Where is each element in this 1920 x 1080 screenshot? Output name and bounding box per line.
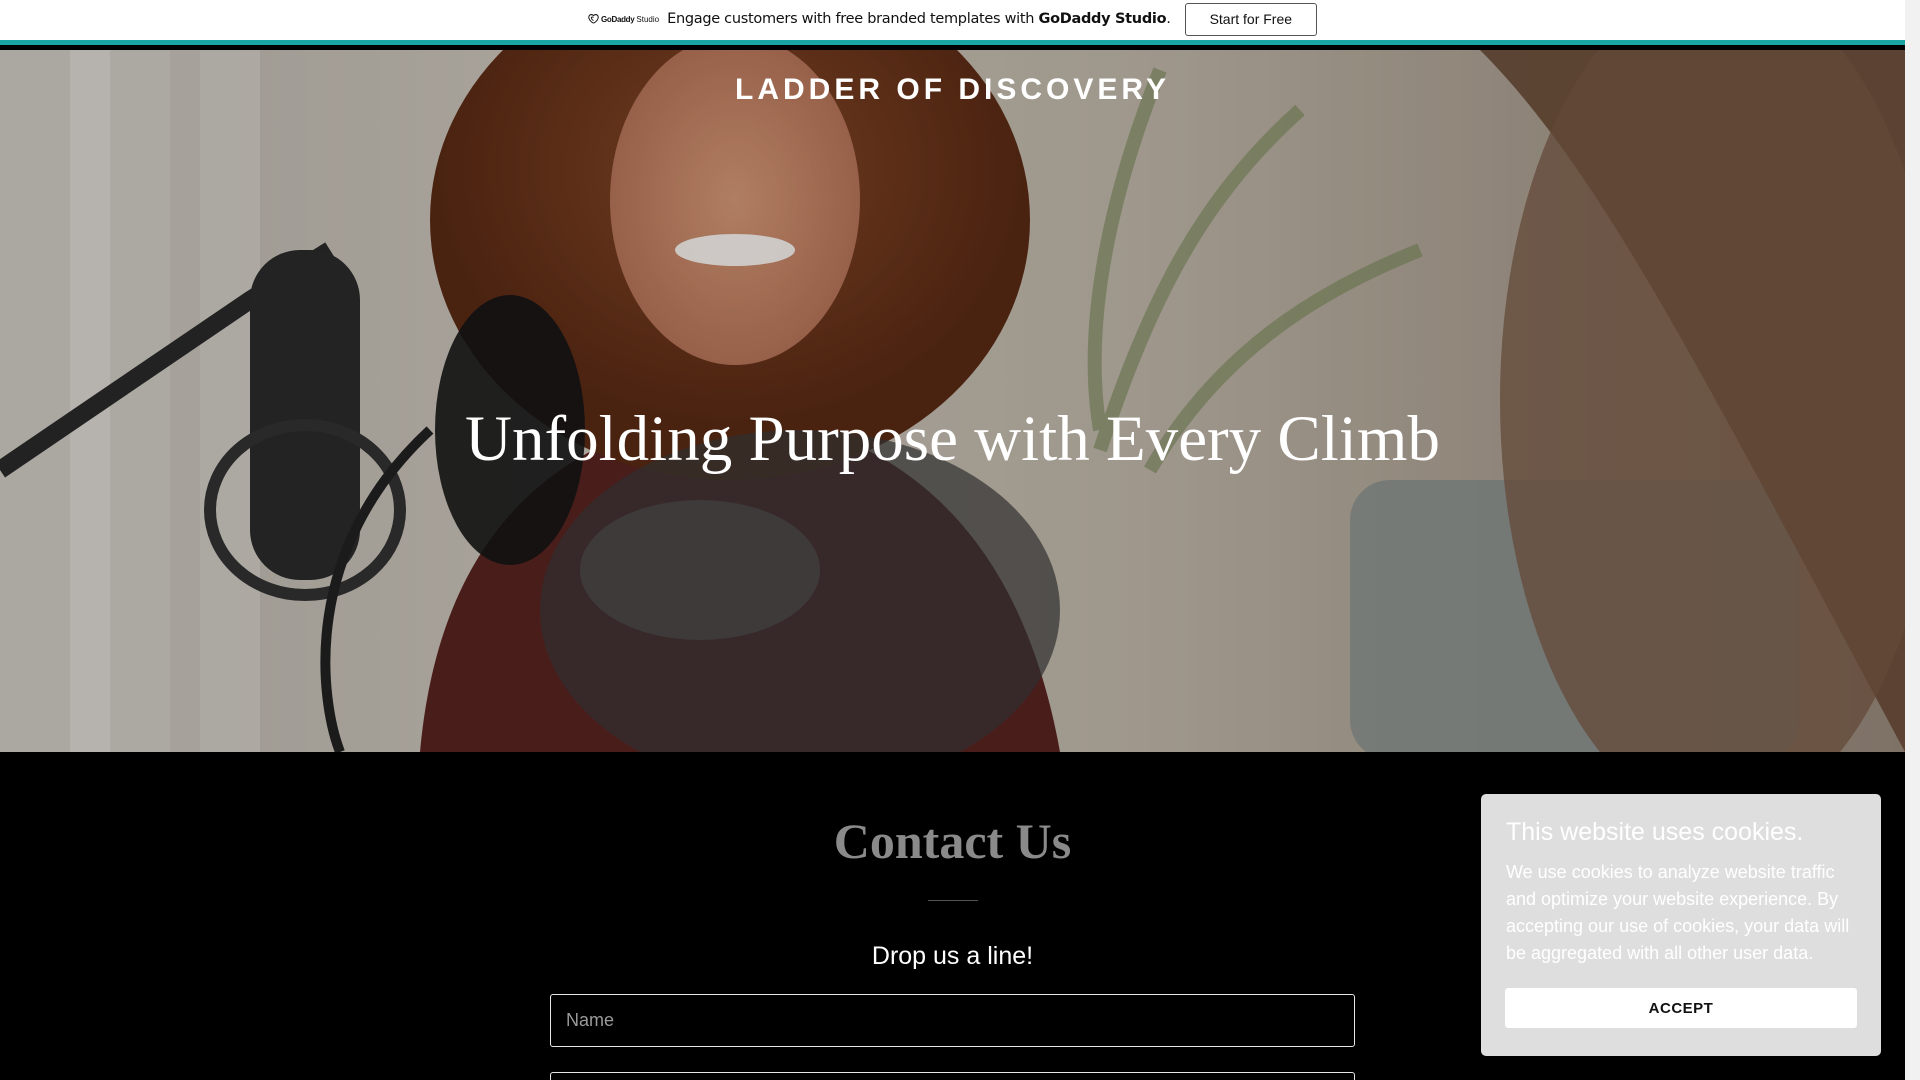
- promo-text-after: .: [1166, 11, 1171, 27]
- godaddy-studio-logo: GoDaddy Studio: [588, 14, 659, 24]
- name-input[interactable]: [550, 994, 1355, 1047]
- promo-text-bold: GoDaddy Studio: [1038, 11, 1167, 27]
- hero-section: LADDER OF DISCOVERY Unfolding Purpose wi…: [0, 50, 1905, 752]
- section-divider: [928, 900, 978, 901]
- cookie-body: We use cookies to analyze website traffi…: [1506, 862, 1850, 963]
- promo-banner: GoDaddy Studio Engage customers with fre…: [0, 0, 1905, 45]
- logo-product: Studio: [636, 14, 660, 24]
- hero-overlay: [0, 50, 1905, 752]
- promo-text-before: Engage customers with free branded templ…: [667, 11, 1039, 27]
- godaddy-icon: [588, 14, 599, 24]
- promo-content: GoDaddy Studio Engage customers with fre…: [588, 2, 1318, 36]
- start-for-free-button[interactable]: Start for Free: [1184, 2, 1318, 36]
- promo-text: Engage customers with free branded templ…: [667, 11, 1171, 27]
- accept-cookies-button[interactable]: ACCEPT: [1505, 988, 1857, 1028]
- page-scrollbar[interactable]: [1905, 0, 1920, 1080]
- cookie-banner: This website uses cookies. We use cookie…: [1481, 794, 1881, 1056]
- cookie-title: This website uses cookies.: [1506, 818, 1804, 846]
- email-input[interactable]: [550, 1072, 1355, 1080]
- hero-heading: Unfolding Purpose with Every Climb: [465, 403, 1440, 475]
- site-title[interactable]: LADDER OF DISCOVERY: [0, 73, 1905, 107]
- logo-brand: GoDaddy: [600, 14, 635, 24]
